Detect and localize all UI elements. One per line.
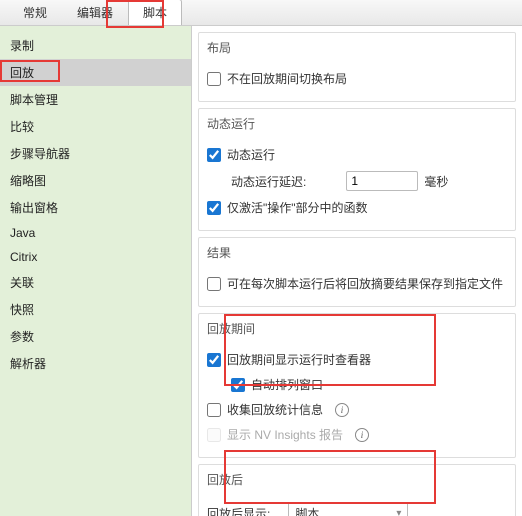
group-animated-title: 动态运行: [199, 109, 515, 138]
select-after-show[interactable]: 脚本 ▾: [288, 502, 408, 516]
group-after: 回放后 回放后显示: 脚本 ▾: [198, 464, 516, 516]
checkbox-only-activate[interactable]: [207, 201, 221, 215]
checkbox-auto-arrange[interactable]: [231, 378, 245, 392]
checkbox-animated-run[interactable]: [207, 148, 221, 162]
tab-script[interactable]: 脚本: [128, 0, 182, 25]
sidebar-item[interactable]: 快照: [0, 296, 191, 323]
top-tabs: 常规 编辑器 脚本: [0, 0, 522, 26]
input-delay-value[interactable]: [346, 171, 418, 191]
sidebar-item[interactable]: 回放: [0, 59, 191, 86]
sidebar-item[interactable]: 步骤导航器: [0, 140, 191, 167]
tab-general[interactable]: 常规: [8, 0, 62, 25]
sidebar-item[interactable]: 关联: [0, 269, 191, 296]
sidebar-item[interactable]: 输出窗格: [0, 194, 191, 221]
group-layout: 布局 不在回放期间切换布局: [198, 32, 516, 102]
group-during: 回放期间 回放期间显示运行时查看器 自动排列窗口 收集回放统计信息 i: [198, 313, 516, 458]
main-panel: 布局 不在回放期间切换布局 动态运行 动态运行 动态运行延迟: 毫: [192, 26, 522, 516]
tab-editor[interactable]: 编辑器: [62, 0, 128, 25]
checkbox-show-nv: [207, 428, 221, 442]
sidebar-item[interactable]: 脚本管理: [0, 86, 191, 113]
label-after-show: 回放后显示:: [207, 505, 270, 516]
sidebar-item[interactable]: 参数: [0, 323, 191, 350]
label-delay-unit: 毫秒: [424, 173, 448, 190]
sidebar-item[interactable]: 缩略图: [0, 167, 191, 194]
label-collect-stats: 收集回放统计信息: [227, 401, 323, 418]
group-during-title: 回放期间: [199, 314, 515, 343]
sidebar-item[interactable]: Java: [0, 221, 191, 245]
info-icon[interactable]: i: [355, 428, 369, 442]
label-only-activate: 仅激活"操作"部分中的函数: [227, 199, 368, 216]
label-save-after-each: 可在每次脚本运行后将回放摘要结果保存到指定文件: [227, 275, 503, 292]
label-auto-arrange: 自动排列窗口: [251, 376, 323, 393]
chevron-down-icon: ▾: [396, 508, 401, 516]
checkbox-no-switch-layout[interactable]: [207, 72, 221, 86]
checkbox-show-runtime-viewer[interactable]: [207, 353, 221, 367]
label-delay: 动态运行延迟:: [231, 173, 306, 190]
sidebar-item[interactable]: 解析器: [0, 350, 191, 377]
checkbox-save-after-each[interactable]: [207, 277, 221, 291]
label-animated-run: 动态运行: [227, 146, 275, 163]
label-show-nv: 显示 NV Insights 报告: [227, 426, 343, 443]
group-results: 结果 可在每次脚本运行后将回放摘要结果保存到指定文件: [198, 237, 516, 307]
sidebar-item[interactable]: Citrix: [0, 245, 191, 269]
label-no-switch-layout: 不在回放期间切换布局: [227, 70, 347, 87]
checkbox-collect-stats[interactable]: [207, 403, 221, 417]
group-animated: 动态运行 动态运行 动态运行延迟: 毫秒 仅激活"操作"部分中的函数: [198, 108, 516, 231]
label-show-runtime-viewer: 回放期间显示运行时查看器: [227, 351, 371, 368]
select-after-show-value: 脚本: [295, 505, 319, 516]
sidebar-item[interactable]: 比较: [0, 113, 191, 140]
info-icon[interactable]: i: [335, 403, 349, 417]
group-results-title: 结果: [199, 238, 515, 267]
group-after-title: 回放后: [199, 465, 515, 494]
sidebar-item[interactable]: 录制: [0, 32, 191, 59]
group-layout-title: 布局: [199, 33, 515, 62]
sidebar: 录制回放脚本管理比较步骤导航器缩略图输出窗格JavaCitrix关联快照参数解析…: [0, 26, 192, 516]
